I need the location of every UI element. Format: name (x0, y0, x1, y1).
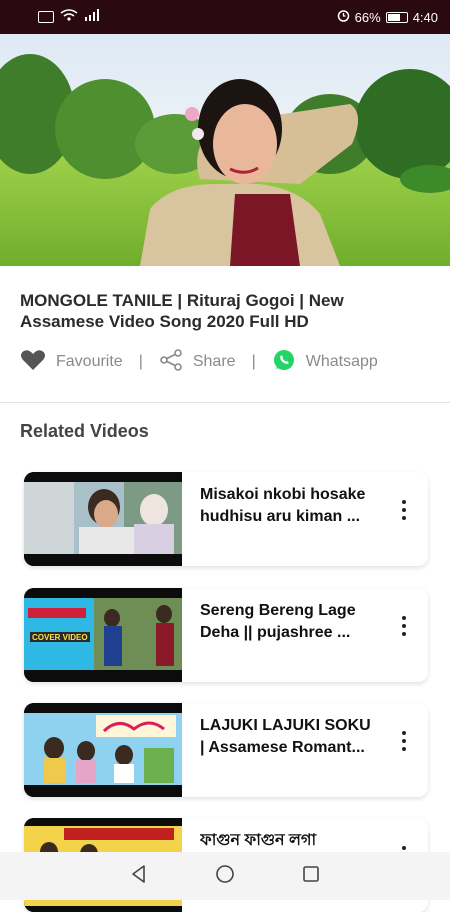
video-title: MONGOLE TANILE | Rituraj Gogoi | New Ass… (20, 290, 430, 332)
battery-percent: 66% (354, 9, 381, 25)
video-thumbnail (24, 472, 182, 566)
more-vert-icon[interactable] (400, 616, 408, 640)
related-video-card[interactable]: COVER VIDEO Sereng Bereng Lage Deha || p… (24, 588, 428, 682)
home-icon[interactable] (215, 864, 235, 889)
status-right: 66% 4:40 (337, 9, 438, 25)
favourite-label: Favourite (56, 353, 123, 370)
title-line1: Sereng Bereng Lage (200, 602, 356, 619)
more-vert-icon[interactable] (400, 731, 408, 755)
divider (0, 402, 450, 403)
related-video-title: Misakoi nkobi hosake hudhisu aru kiman .… (200, 484, 380, 528)
favourite-button[interactable]: Favourite (20, 349, 123, 376)
share-label: Share (192, 353, 236, 370)
share-button[interactable]: Share (159, 348, 236, 377)
more-vert-icon[interactable] (400, 500, 408, 524)
back-icon[interactable] (129, 864, 149, 889)
title-line2: Deha || pujashree ... (200, 624, 351, 641)
notification-icon (38, 10, 54, 23)
related-video-card[interactable]: LAJUKI LAJUKI SOKU | Assamese Romant... (24, 703, 428, 797)
video-thumbnail (24, 703, 182, 797)
system-nav-bar (0, 852, 450, 900)
title-line1: ফাগুন ফাগুন লগা (200, 832, 317, 849)
related-video-title: ফাগুন ফাগুন লগা (200, 830, 380, 852)
title-line2: hudhisu aru kiman ... (200, 508, 361, 525)
related-video-card[interactable]: Misakoi nkobi hosake hudhisu aru kiman .… (24, 472, 428, 566)
heart-icon (20, 349, 46, 376)
recents-icon[interactable] (301, 864, 321, 889)
action-separator: | (251, 353, 256, 370)
wifi-icon (60, 9, 78, 24)
related-video-title: LAJUKI LAJUKI SOKU | Assamese Romant... (200, 715, 380, 759)
action-bar: Favourite | Share | Whatsapp (20, 348, 378, 376)
title-line1: Misakoi nkobi hosake (200, 486, 366, 503)
clock: 4:40 (412, 9, 438, 25)
share-icon (159, 348, 183, 377)
video-player[interactable] (0, 34, 450, 266)
video-title-line2: Assamese Video Song 2020 Full HD (20, 312, 309, 331)
video-title-line1: MONGOLE TANILE | Rituraj Gogoi | New (20, 291, 344, 310)
title-line2: | Assamese Romant... (200, 739, 365, 756)
action-separator: | (138, 353, 143, 370)
battery-icon (385, 11, 408, 23)
related-video-title: Sereng Bereng Lage Deha || pujashree ... (200, 600, 380, 644)
whatsapp-button[interactable]: Whatsapp (272, 348, 378, 377)
related-videos-heading: Related Videos (20, 421, 149, 441)
video-thumbnail (0, 34, 450, 266)
status-bar: 66% 4:40 (0, 0, 450, 34)
signal-icon (84, 9, 100, 24)
thumb-badge: COVER VIDEO (32, 633, 88, 642)
alarm-icon (337, 9, 350, 25)
status-left-icons (38, 9, 100, 24)
whatsapp-icon (272, 348, 296, 377)
video-thumbnail: COVER VIDEO (24, 588, 182, 682)
title-line1: LAJUKI LAJUKI SOKU (200, 717, 371, 734)
whatsapp-label: Whatsapp (305, 353, 378, 370)
